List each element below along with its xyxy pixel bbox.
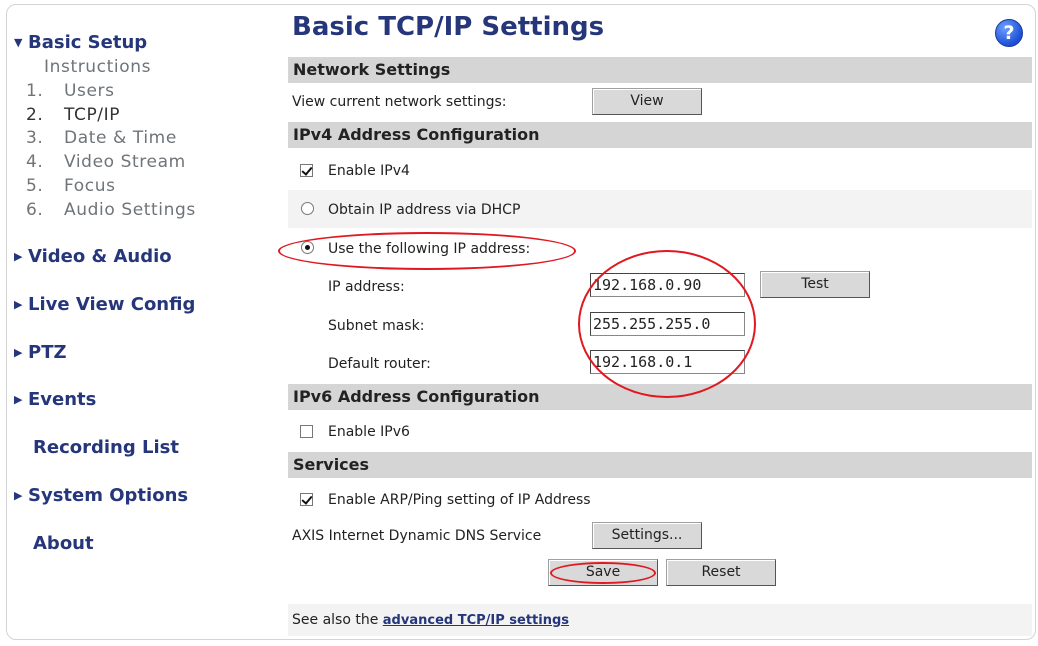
reset-button[interactable]: Reset xyxy=(666,559,776,586)
ipv6-header: IPv6 Address Configuration xyxy=(288,384,1032,410)
page-title: Basic TCP/IP Settings xyxy=(292,12,605,42)
nav-events[interactable]: ▶ Events xyxy=(14,389,96,410)
services-header: Services xyxy=(288,452,1032,478)
nav-about[interactable]: About xyxy=(33,533,94,554)
nav-recording-list[interactable]: Recording List xyxy=(33,437,179,458)
enable-ipv6-label: Enable IPv6 xyxy=(328,424,410,440)
network-settings-header: Network Settings xyxy=(288,57,1032,83)
nav-date-time[interactable]: 3. Date & Time xyxy=(26,128,177,148)
see-also-text: See also the xyxy=(292,612,379,628)
view-network-row: View current network settings: View xyxy=(288,85,1032,119)
ip-address-row: IP address: 192.168.0.90 Test xyxy=(288,268,1032,304)
save-button[interactable]: Save xyxy=(548,559,658,586)
arp-ping-row: Enable ARP/Ping setting of IP Address xyxy=(288,480,1032,518)
collapsed-arrow-icon: ▶ xyxy=(14,250,23,263)
ddns-settings-button[interactable]: Settings... xyxy=(592,522,702,549)
nav-video-audio[interactable]: ▶ Video & Audio xyxy=(14,246,172,267)
default-router-input[interactable]: 192.168.0.1 xyxy=(590,350,745,374)
nav-video-stream[interactable]: 4. Video Stream xyxy=(26,152,186,172)
nav-focus[interactable]: 5. Focus xyxy=(26,176,116,196)
expanded-arrow-icon: ▼ xyxy=(14,36,23,49)
subnet-mask-input[interactable]: 255.255.255.0 xyxy=(590,312,745,336)
see-also-row: See also the advanced TCP/IP settings xyxy=(288,604,1032,636)
enable-ipv6-checkbox[interactable] xyxy=(300,425,313,438)
collapsed-arrow-icon: ▶ xyxy=(14,489,23,502)
nav-audio-settings[interactable]: 6. Audio Settings xyxy=(26,200,196,220)
nav-users[interactable]: 1. Users xyxy=(26,81,115,101)
static-ip-radio[interactable] xyxy=(301,241,314,254)
enable-ipv6-row: Enable IPv6 xyxy=(288,412,1032,448)
dhcp-row: Obtain IP address via DHCP xyxy=(288,190,1032,228)
view-button[interactable]: View xyxy=(592,88,702,115)
nav-live-view-config[interactable]: ▶ Live View Config xyxy=(14,294,195,315)
advanced-tcpip-link[interactable]: advanced TCP/IP settings xyxy=(383,613,569,628)
default-router-row: Default router: 192.168.0.1 xyxy=(288,345,1032,381)
ip-address-label: IP address: xyxy=(328,279,405,295)
ipv4-header: IPv4 Address Configuration xyxy=(288,122,1032,148)
nav-ptz[interactable]: ▶ PTZ xyxy=(14,342,67,363)
default-router-label: Default router: xyxy=(328,356,431,372)
static-ip-label: Use the following IP address: xyxy=(328,241,531,257)
test-button[interactable]: Test xyxy=(760,271,870,298)
arp-ping-checkbox[interactable] xyxy=(300,493,313,506)
subnet-mask-row: Subnet mask: 255.255.255.0 xyxy=(288,307,1032,343)
help-icon[interactable]: ? xyxy=(995,19,1023,47)
enable-ipv4-checkbox[interactable] xyxy=(300,164,313,177)
static-ip-row: Use the following IP address: xyxy=(288,229,1032,267)
dhcp-radio[interactable] xyxy=(301,202,314,215)
ddns-label: AXIS Internet Dynamic DNS Service xyxy=(292,528,542,544)
nav-instructions[interactable]: Instructions xyxy=(44,57,151,77)
enable-ipv4-label: Enable IPv4 xyxy=(328,163,410,179)
nav-tcp-ip[interactable]: 2. TCP/IP xyxy=(26,105,120,125)
enable-ipv4-row: Enable IPv4 xyxy=(288,150,1032,188)
nav-system-options[interactable]: ▶ System Options xyxy=(14,485,188,506)
subnet-mask-label: Subnet mask: xyxy=(328,318,425,334)
collapsed-arrow-icon: ▶ xyxy=(14,346,23,359)
collapsed-arrow-icon: ▶ xyxy=(14,393,23,406)
arp-ping-label: Enable ARP/Ping setting of IP Address xyxy=(328,492,591,508)
dhcp-label: Obtain IP address via DHCP xyxy=(328,202,521,218)
view-network-label: View current network settings: xyxy=(292,94,507,110)
ip-address-input[interactable]: 192.168.0.90 xyxy=(590,273,745,297)
nav-basic-setup[interactable]: ▼ Basic Setup xyxy=(14,32,147,53)
ddns-row: AXIS Internet Dynamic DNS Service Settin… xyxy=(288,519,1032,553)
collapsed-arrow-icon: ▶ xyxy=(14,298,23,311)
